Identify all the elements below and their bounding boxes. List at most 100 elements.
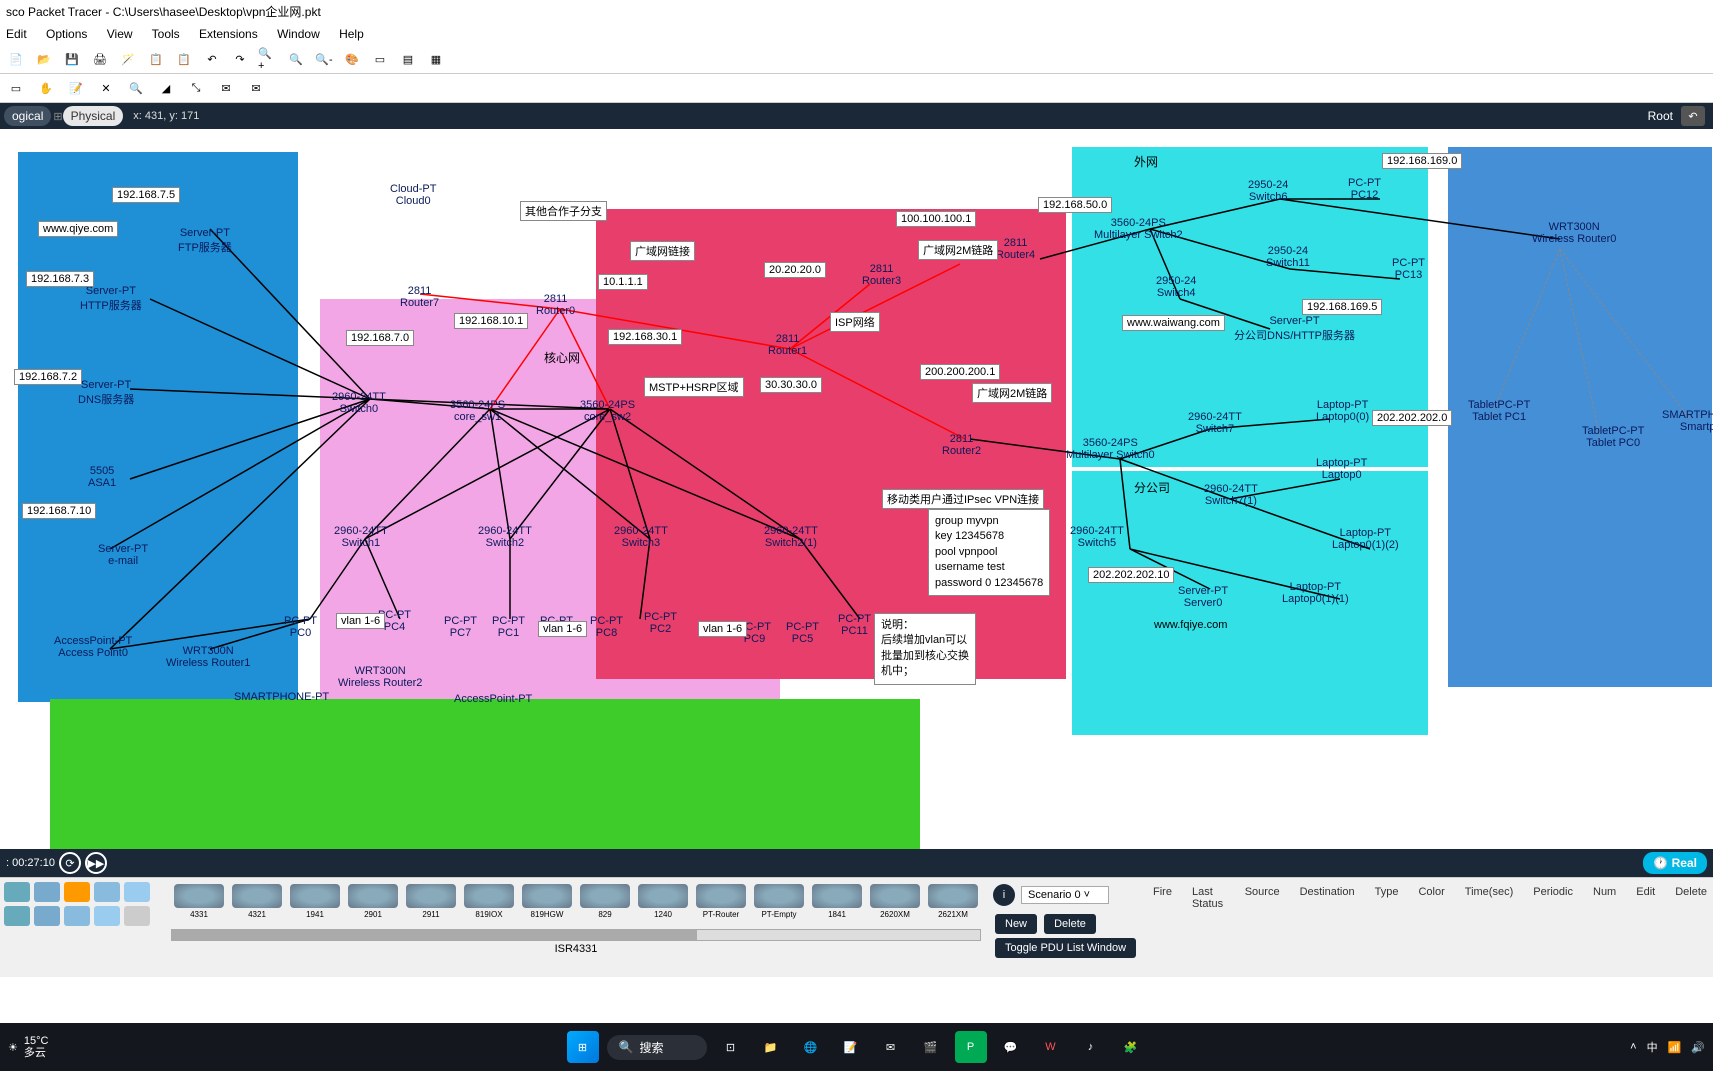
- new-scenario-button[interactable]: New: [995, 914, 1037, 934]
- model-item[interactable]: PT-Router: [693, 884, 749, 919]
- realtime-button[interactable]: 🕐 Real: [1643, 852, 1707, 874]
- device-label[interactable]: WRT300N Wireless Router1: [166, 645, 250, 669]
- device-label[interactable]: 2960-24TT Switch2: [478, 525, 532, 549]
- undo-icon[interactable]: ↶: [202, 49, 222, 69]
- cat-multi-icon[interactable]: [94, 906, 120, 926]
- app5-icon[interactable]: W: [1035, 1031, 1067, 1063]
- menu-window[interactable]: Window: [277, 27, 320, 41]
- device-label[interactable]: 2811 Router4: [996, 237, 1035, 261]
- device-label[interactable]: 2811 Router2: [942, 433, 981, 457]
- device-label[interactable]: Server-PT Server0: [1178, 585, 1228, 609]
- taskview-icon[interactable]: ⊡: [715, 1031, 747, 1063]
- delete-icon[interactable]: ✕: [96, 78, 116, 98]
- device-label[interactable]: 2950-24 Switch4: [1156, 275, 1196, 299]
- device-label[interactable]: 2960-24TT Switch7(1): [1204, 483, 1258, 507]
- model-item[interactable]: 4331: [171, 884, 227, 919]
- app1-icon[interactable]: 📝: [835, 1031, 867, 1063]
- device-label[interactable]: Server-PT HTTP服务器: [80, 285, 142, 313]
- copy-icon[interactable]: 📋: [146, 49, 166, 69]
- weather-widget[interactable]: ☀ 15°C 多云: [0, 1023, 56, 1071]
- delete-scenario-button[interactable]: Delete: [1044, 914, 1096, 934]
- device-label[interactable]: WRT300N Wireless Router0: [1532, 221, 1616, 245]
- cat-wan-icon[interactable]: [4, 906, 30, 926]
- list-icon[interactable]: ▤: [398, 49, 418, 69]
- device-label[interactable]: 3560-24PS core_sw2: [580, 399, 635, 423]
- volume-icon[interactable]: 🔊: [1691, 1041, 1705, 1054]
- model-item[interactable]: 1841: [809, 884, 865, 919]
- device-label[interactable]: AccessPoint-PT Access Point0: [54, 635, 132, 659]
- paste-icon[interactable]: 📋: [174, 49, 194, 69]
- browser-icon[interactable]: 🌐: [795, 1031, 827, 1063]
- device-label[interactable]: PC-PT PC1: [492, 615, 525, 639]
- app4-icon[interactable]: 💬: [995, 1031, 1027, 1063]
- draw-icon[interactable]: ◢: [156, 78, 176, 98]
- device-label[interactable]: 3560-24PS Multilayer Switch2: [1094, 217, 1183, 241]
- pdu-complex-icon[interactable]: ✉: [246, 78, 266, 98]
- model-item[interactable]: 1240: [635, 884, 691, 919]
- device-label[interactable]: 2960-24TT Switch7: [1188, 411, 1242, 435]
- taskbar-search[interactable]: 🔍 搜索: [607, 1035, 707, 1060]
- device-label[interactable]: AccessPoint-PT: [454, 693, 532, 705]
- cat-custom-icon[interactable]: [64, 906, 90, 926]
- fast-forward-icon[interactable]: ▶▶: [85, 852, 107, 874]
- cat-wireless-icon[interactable]: [94, 882, 120, 902]
- hand-icon[interactable]: ✋: [36, 78, 56, 98]
- zoom-in-icon[interactable]: 🔍+: [258, 49, 278, 69]
- model-item[interactable]: 819IOX: [461, 884, 517, 919]
- app2-icon[interactable]: ✉: [875, 1031, 907, 1063]
- device-label[interactable]: 2960-24TT Switch3: [614, 525, 668, 549]
- device-label[interactable]: Laptop-PT Laptop0(1)(1): [1282, 581, 1349, 605]
- resize-icon[interactable]: ⤡: [186, 78, 206, 98]
- device-label[interactable]: 2960-24TT Switch0: [332, 391, 386, 415]
- menu-options[interactable]: Options: [46, 27, 87, 41]
- palette-icon[interactable]: 🎨: [342, 49, 362, 69]
- model-item[interactable]: 2621XM: [925, 884, 981, 919]
- redo-icon[interactable]: ↷: [230, 49, 250, 69]
- cat-security-icon[interactable]: [124, 882, 150, 902]
- device-label[interactable]: 3560-24PS Multilayer Switch0: [1066, 437, 1155, 461]
- ime-indicator[interactable]: 中: [1647, 1039, 1658, 1055]
- inspect-icon[interactable]: 🔍: [126, 78, 146, 98]
- device-label[interactable]: Server-PT DNS服务器: [78, 379, 134, 407]
- custom-device-icon[interactable]: ▭: [370, 49, 390, 69]
- topology-canvas[interactable]: 外网 分公司 核心网 192.168.7.5 www.qiye.com 192.…: [0, 129, 1713, 849]
- packet-tracer-icon[interactable]: P: [955, 1031, 987, 1063]
- model-item[interactable]: 1941: [287, 884, 343, 919]
- menu-tools[interactable]: Tools: [152, 27, 180, 41]
- start-icon[interactable]: ⊞: [567, 1031, 599, 1063]
- device-label[interactable]: Server-PT e-mail: [98, 543, 148, 567]
- model-item[interactable]: 2911: [403, 884, 459, 919]
- open-file-icon[interactable]: 📂: [34, 49, 54, 69]
- app6-icon[interactable]: ♪: [1075, 1031, 1107, 1063]
- model-item[interactable]: 829: [577, 884, 633, 919]
- device-label[interactable]: Laptop-PT Laptop0(0): [1316, 399, 1369, 423]
- device-label[interactable]: 2811 Router3: [862, 263, 901, 287]
- device-label[interactable]: PC-PT PC8: [590, 615, 623, 639]
- device-label[interactable]: Laptop-PT Laptop0(1)(2): [1332, 527, 1399, 551]
- app3-icon[interactable]: 🎬: [915, 1031, 947, 1063]
- model-scrollbar[interactable]: [171, 929, 981, 941]
- wizard-icon[interactable]: 🪄: [118, 49, 138, 69]
- new-file-icon[interactable]: 📄: [6, 49, 26, 69]
- device-label[interactable]: TabletPC-PT Tablet PC0: [1582, 425, 1644, 449]
- scenario-select[interactable]: Scenario 0 ˅: [1021, 886, 1109, 904]
- cat-routers-icon[interactable]: [4, 882, 30, 902]
- model-item[interactable]: 4321: [229, 884, 285, 919]
- device-label[interactable]: Cloud-PT Cloud0: [390, 183, 436, 207]
- device-label[interactable]: Server-PT 分公司DNS/HTTP服务器: [1234, 315, 1355, 343]
- note-icon[interactable]: 📝: [66, 78, 86, 98]
- device-label[interactable]: TabletPC-PT Tablet PC1: [1468, 399, 1530, 423]
- device-label[interactable]: 5505 ASA1: [88, 465, 116, 489]
- cat-cloud-icon[interactable]: [124, 906, 150, 926]
- wifi-icon[interactable]: 📶: [1668, 1041, 1682, 1054]
- app7-icon[interactable]: 🧩: [1115, 1031, 1147, 1063]
- power-cycle-icon[interactable]: ⟳: [59, 852, 81, 874]
- toggle-pdu-button[interactable]: Toggle PDU List Window: [995, 938, 1136, 958]
- device-label[interactable]: 2960-24TT Switch2(1): [764, 525, 818, 549]
- cat-end-icon[interactable]: [34, 906, 60, 926]
- model-item[interactable]: 2620XM: [867, 884, 923, 919]
- model-item[interactable]: 2901: [345, 884, 401, 919]
- cat-switches-icon[interactable]: [34, 882, 60, 902]
- device-label[interactable]: 2950-24 Switch6: [1248, 179, 1288, 203]
- print-icon[interactable]: 🖨: [90, 49, 110, 69]
